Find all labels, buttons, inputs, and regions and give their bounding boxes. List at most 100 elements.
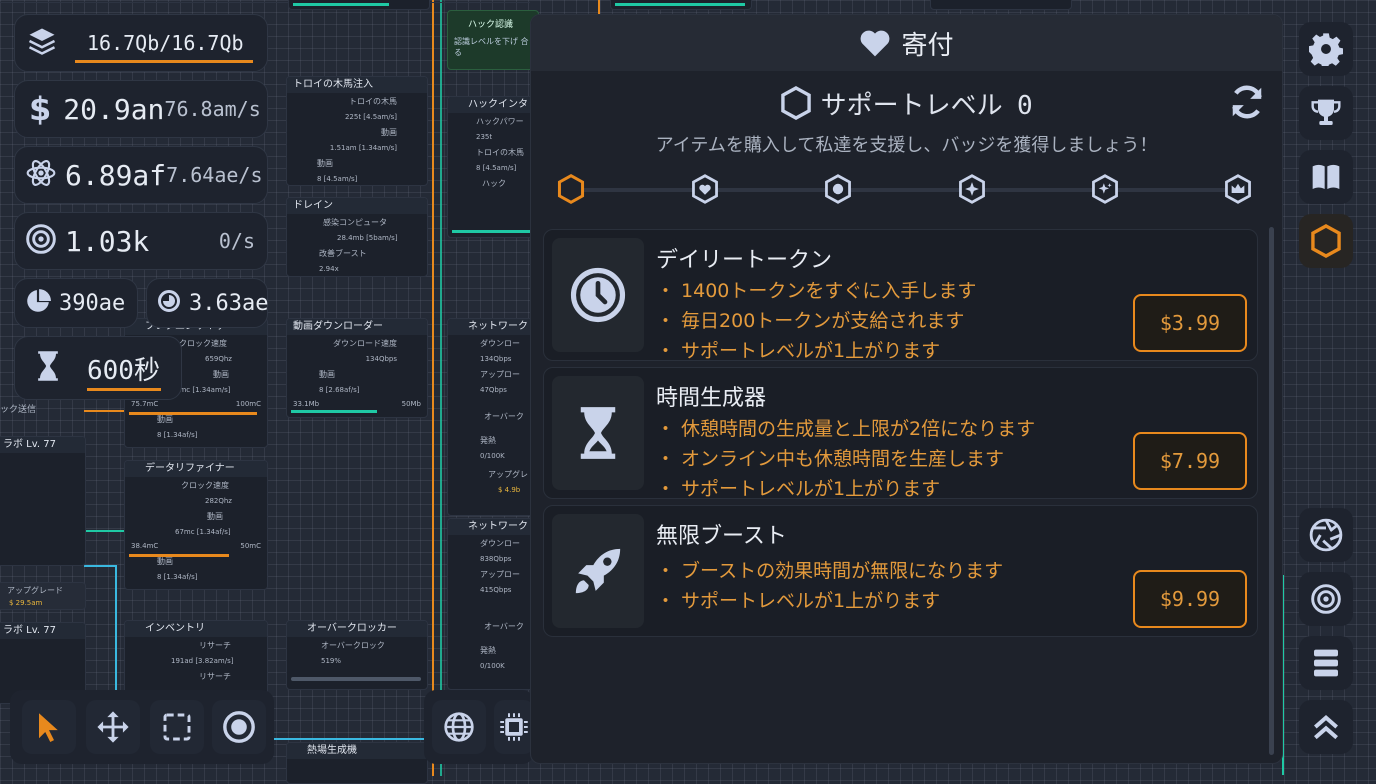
donation-item-infinite-boost: 無限ブースト ・ ブーストの効果時間が無限になります ・ サポートレベルが1上が… [543, 505, 1258, 637]
node-lab-1[interactable]: ラボ Lv. 77 [0, 436, 86, 566]
node-top-strip-3 [930, 0, 1072, 10]
refresh-icon [1232, 85, 1262, 119]
node-drain[interactable]: ドレイン 感染コンピュータ 28.4mb [5bam/s] 改善ブースト 2.9… [286, 197, 428, 277]
node-net-row-val: 838Qbps [480, 555, 512, 563]
storage-panel[interactable]: 16.7Qb/16.7Qb [14, 14, 268, 72]
node-factory[interactable]: 熱場生成機 [286, 742, 428, 784]
node-dl-row-val: 8 [2.68af/s] [319, 386, 360, 394]
dollar-icon: $ [29, 90, 52, 128]
refresh-button[interactable] [1226, 81, 1268, 123]
node-hack-intern-row-val: 8 [4.5am/s] [476, 164, 517, 172]
node-oc-row: オーバークロック [321, 641, 385, 650]
token-icon [25, 223, 57, 259]
node-freq-bar-left: 75.7mC [131, 400, 159, 408]
node-trojan-row-val: 8 [4.5am/s] [317, 175, 358, 183]
node-net-row-val: $ 4.9b [498, 486, 521, 494]
node-freq-bar-right: 100mC [235, 400, 261, 408]
node-drain-row: 感染コンピュータ [323, 218, 387, 227]
donate-button[interactable] [1299, 214, 1353, 268]
node-network-2[interactable]: ネットワーク ダウンロー 838Qbps アップロー 415Qbps オーバーク… [447, 518, 539, 690]
node-video-downloader-title: 動画ダウンローダー [287, 319, 427, 335]
crown-badge-icon [1225, 174, 1251, 204]
item-feature: ・ ブーストの効果時間が無限になります [656, 560, 1004, 582]
storage-bar [75, 60, 253, 63]
node-net-row: 発熱 [480, 646, 496, 655]
badge-level-2 [822, 173, 854, 205]
tool-dock [10, 690, 274, 764]
node-lab-title: ラボ Lv. 77 [0, 623, 85, 639]
badge-level-5 [1222, 173, 1254, 205]
node-drain-row-val: 2.94x [319, 265, 339, 273]
token-button[interactable] [1299, 572, 1353, 626]
cycle-panel[interactable]: 3.63ae [146, 278, 268, 328]
node-network-1[interactable]: ネットワーク ダウンロー 134Qbps アップロー 47Qbps オーバーク … [447, 318, 539, 516]
modal-subtitle: アイテムを購入して私達を支援し、バッジを獲得しましょう！ [655, 135, 1158, 156]
item-feature: ・ サポートレベルが1上がります [656, 590, 941, 612]
badge-level-3 [956, 173, 988, 205]
modal-title: 寄付 [901, 30, 954, 61]
network-button[interactable] [432, 700, 486, 754]
node-overclocker[interactable]: オーバークロッカー オーバークロック 519% [286, 620, 428, 690]
target-tool-button[interactable] [212, 700, 266, 754]
collapse-button[interactable] [1299, 700, 1353, 754]
select-tool-button[interactable] [22, 700, 76, 754]
node-hack-intern-row-val: 235t [476, 133, 493, 141]
node-left-upgrade-val: $ 29.5am [9, 599, 43, 607]
node-inv-row: リサーチ [199, 641, 231, 650]
move-tool-button[interactable] [86, 700, 140, 754]
node-trojan-title: トロイの木馬注入 [287, 77, 427, 93]
item-feature: ・ サポートレベルが1上がります [656, 340, 941, 362]
pie-value: 390ae [59, 290, 126, 316]
hourglass-icon [580, 407, 616, 459]
modal-scrollbar[interactable] [1269, 227, 1274, 755]
node-oc-slider[interactable] [291, 677, 421, 681]
aperture-button[interactable] [1299, 508, 1353, 562]
node-data-refiner[interactable]: データリファイナー クロック速度 282Qhz 動画 67mc [1.34af/… [124, 460, 268, 590]
guide-button[interactable] [1299, 150, 1353, 204]
pie-panel[interactable]: 390ae [14, 278, 138, 328]
node-hack-intern[interactable]: ハックインタ ハックパワー 235t トロイの木馬 8 [4.5am/s] ハッ… [447, 96, 539, 238]
hexagon-outline-icon [781, 86, 812, 120]
research-value: 6.89af [65, 158, 167, 192]
item-feature: ・ 休憩時間の生成量と上限が2倍になります [656, 418, 1036, 440]
node-network-title: ネットワーク [448, 319, 538, 335]
node-dl-bar-left: 33.1Mb [293, 400, 320, 408]
node-video-downloader[interactable]: 動画ダウンローダー ダウンロード速度 134Qbps 動画 8 [2.68af/… [286, 318, 428, 418]
donation-item-daily-tokens: デイリートークン ・ 1400トークンをすぐに入手します ・ 毎日200トークン… [543, 229, 1258, 362]
aperture-icon [1309, 518, 1343, 552]
node-factory-title: 熱場生成機 [287, 743, 427, 759]
node-progress-bar [129, 554, 229, 557]
badge-level-4 [1089, 173, 1121, 205]
tokens-panel[interactable]: 1.03k 0/s [14, 212, 268, 270]
money-value: 20.9an [63, 92, 165, 126]
settings-button[interactable] [1299, 22, 1353, 76]
atom-icon [25, 157, 57, 193]
time-panel[interactable]: 600秒 [14, 336, 182, 400]
token-icon [1311, 584, 1341, 614]
buy-time-generator-button[interactable]: $7.99 [1133, 432, 1247, 490]
node-network-title: ネットワーク [448, 519, 538, 535]
node-hack-aware[interactable]: ハック認識 認識レベルを下げ 合る [447, 10, 539, 70]
node-dr-row-val: 282Qhz [205, 497, 232, 505]
node-inv-row-val: 191ad [3.82am/s] [171, 657, 234, 665]
node-inventory-title: インベントリ [125, 621, 267, 637]
money-panel[interactable]: $ 20.9an 76.8am/s [14, 80, 268, 138]
list-button[interactable] [1299, 636, 1353, 690]
node-dr-bar-labels: 38.4mC 50mC [125, 539, 267, 553]
node-hack-intern-row: ハック [482, 179, 506, 188]
buy-daily-tokens-button[interactable]: $3.99 [1133, 294, 1247, 352]
achievements-button[interactable] [1299, 86, 1353, 140]
box-select-tool-button[interactable] [150, 700, 204, 754]
node-trojan[interactable]: トロイの木馬注入 トロイの木馬 225t [4.5am/s] 動画 1.51am… [286, 76, 428, 186]
storage-value: 16.7Qb/16.7Qb [87, 31, 244, 55]
research-panel[interactable]: 6.89af 7.64ae/s [14, 146, 268, 204]
hexagon-icon [557, 174, 585, 204]
node-progress-bar [129, 412, 257, 415]
item-feature: ・ サポートレベルが1上がります [656, 478, 941, 500]
node-net-row: アップグレ [488, 470, 528, 479]
node-dl-bar-right: 50Mb [401, 400, 421, 408]
node-net-row: オーバーク [484, 412, 524, 421]
cpu-button[interactable] [494, 700, 534, 754]
node-left-upgrade[interactable]: アップグレード $ 29.5am [0, 582, 86, 610]
buy-infinite-boost-button[interactable]: $9.99 [1133, 570, 1247, 628]
